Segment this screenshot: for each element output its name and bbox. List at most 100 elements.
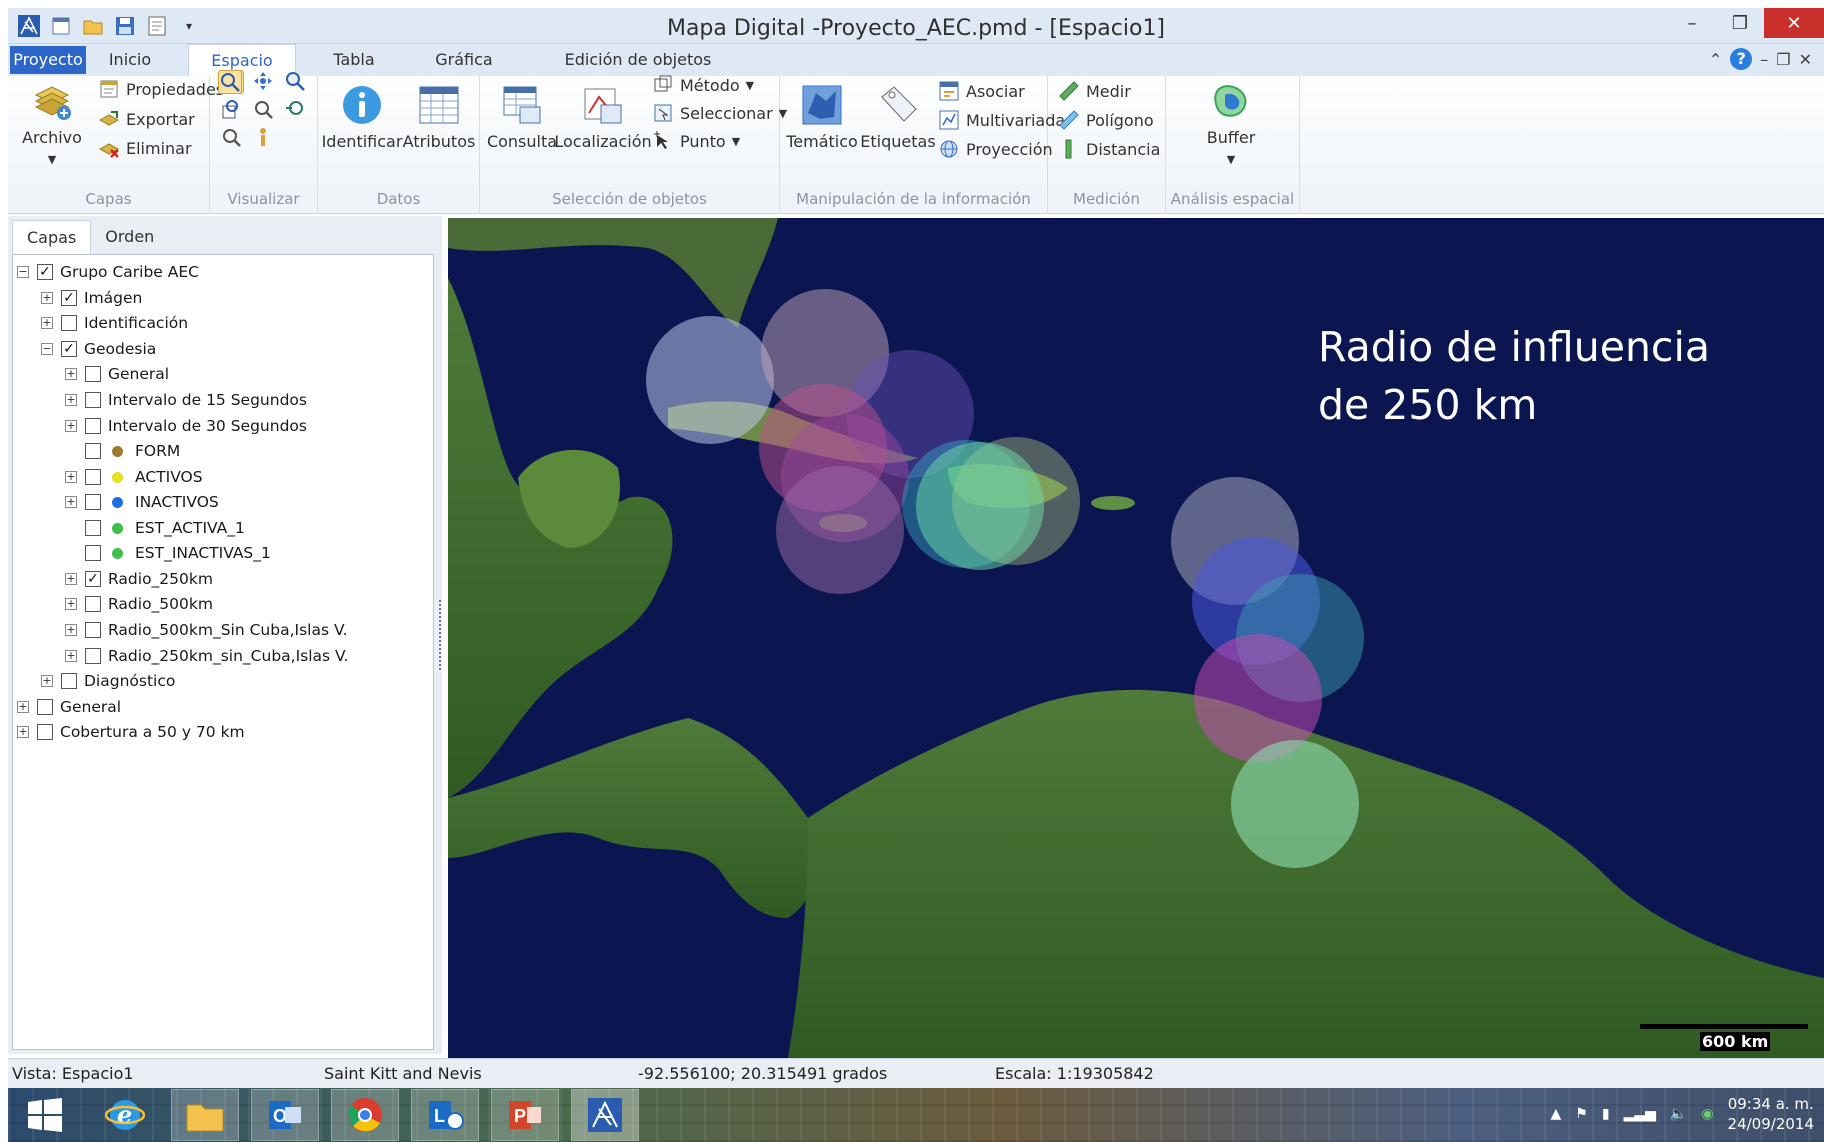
layer-checkbox[interactable]: ✓: [85, 571, 101, 587]
layer-checkbox[interactable]: [85, 622, 101, 638]
tab-tabla[interactable]: Tabla: [328, 44, 380, 76]
tree-node-geodesia[interactable]: − ✓ Geodesia: [41, 338, 156, 360]
powerpoint-icon[interactable]: P: [491, 1089, 559, 1141]
file-explorer-icon[interactable]: [171, 1089, 239, 1141]
tree-node-radio-250[interactable]: + ✓ Radio_250km: [65, 568, 213, 590]
zoom-layer-icon[interactable]: [220, 98, 244, 122]
tab-proyecto[interactable]: Proyecto: [10, 46, 86, 74]
identificar-button[interactable]: Identificar: [322, 82, 402, 151]
collapse-icon[interactable]: −: [17, 266, 29, 278]
mapa-digital-taskbar-icon[interactable]: [571, 1089, 639, 1141]
tray-overflow-icon[interactable]: ▲: [1551, 1106, 1562, 1122]
propiedades-button-row[interactable]: Propiedades: [98, 76, 224, 102]
battery-icon[interactable]: ▮: [1602, 1106, 1610, 1122]
tree-node-intervalo-15[interactable]: + Intervalo de 15 Segundos: [65, 389, 307, 411]
minimize-icon[interactable]: –: [1668, 8, 1716, 38]
tree-node-radio-250-sin-cuba[interactable]: + Radio_250km_sin_Cuba,Islas V.: [65, 645, 349, 667]
tree-node-general[interactable]: + General: [17, 696, 121, 718]
localizacion-button[interactable]: Localización: [554, 82, 652, 151]
eliminar-button[interactable]: Eliminar: [98, 135, 192, 161]
wifi-icon[interactable]: ◉: [1701, 1106, 1713, 1122]
tree-node-identificacion[interactable]: + Identificación: [41, 312, 188, 334]
exportar-button[interactable]: Exportar: [98, 106, 195, 132]
collapse-ribbon-icon[interactable]: ⌃: [1709, 50, 1722, 69]
lync-icon[interactable]: L: [411, 1089, 479, 1141]
layer-checkbox[interactable]: [85, 443, 101, 459]
expand-icon[interactable]: +: [65, 598, 77, 610]
layer-checkbox[interactable]: [85, 545, 101, 561]
info-pin-icon[interactable]: [252, 126, 276, 150]
tree-node-imagen[interactable]: + ✓ Imágen: [41, 287, 142, 309]
layer-checkbox[interactable]: [85, 469, 101, 485]
pan-icon[interactable]: [252, 70, 276, 94]
expand-icon[interactable]: +: [41, 292, 53, 304]
help-icon[interactable]: ?: [1730, 48, 1753, 70]
tree-node-radio-500-sin-cuba[interactable]: + Radio_500km_Sin Cuba,Islas V.: [65, 619, 348, 641]
zoom-extent-icon[interactable]: [284, 70, 308, 94]
distancia-button[interactable]: Distancia: [1058, 136, 1160, 162]
layer-checkbox[interactable]: [85, 648, 101, 664]
layer-checkbox[interactable]: [85, 494, 101, 510]
expand-icon[interactable]: +: [65, 496, 77, 508]
metodo-button[interactable]: Método ▼: [652, 72, 754, 98]
tree-node-diagnostico[interactable]: + Diagnóstico: [41, 670, 175, 692]
expand-icon[interactable]: +: [65, 573, 77, 585]
doc-restore-icon[interactable]: ❐: [1776, 50, 1790, 69]
layer-checkbox[interactable]: ✓: [61, 341, 77, 357]
seleccionar-button[interactable]: Seleccionar ▼: [652, 100, 787, 126]
map-view[interactable]: Radio de influencia de 250 km 600 km: [448, 218, 1824, 1058]
tree-node-est-inactivas[interactable]: EST_INACTIVAS_1: [85, 542, 271, 564]
taskbar-clock[interactable]: 09:34 a. m. 24/09/2014: [1728, 1094, 1814, 1134]
action-center-flag-icon[interactable]: ⚑: [1575, 1106, 1588, 1122]
expand-icon[interactable]: +: [65, 650, 77, 662]
layer-checkbox[interactable]: [85, 520, 101, 536]
tree-node-intervalo-30[interactable]: + Intervalo de 30 Segundos: [65, 415, 307, 437]
tree-node-est-activa[interactable]: EST_ACTIVA_1: [85, 517, 245, 539]
chrome-icon[interactable]: [331, 1089, 399, 1141]
outlook-icon[interactable]: O: [251, 1089, 319, 1141]
start-button[interactable]: [12, 1090, 78, 1140]
archivo-button[interactable]: Archivo ▼: [22, 78, 82, 166]
layer-checkbox[interactable]: [61, 673, 77, 689]
tab-grafica[interactable]: Gráfica: [432, 44, 496, 76]
layer-checkbox[interactable]: [37, 724, 53, 740]
buffer-button[interactable]: Buffer ▼: [1186, 78, 1276, 166]
layer-checkbox[interactable]: [61, 315, 77, 331]
consulta-button[interactable]: Consulta: [486, 82, 558, 151]
tematico-button[interactable]: Temático: [784, 82, 860, 151]
tree-node-grupo-caribe[interactable]: − ✓ Grupo Caribe AEC: [17, 261, 199, 283]
punto-button[interactable]: Punto ▼: [652, 128, 740, 154]
zoom-in-icon[interactable]: [252, 98, 276, 122]
tab-orden[interactable]: Orden: [91, 220, 168, 254]
expand-icon[interactable]: +: [65, 471, 77, 483]
tree-node-cobertura[interactable]: + Cobertura a 50 y 70 km: [17, 721, 245, 743]
layer-checkbox[interactable]: [85, 392, 101, 408]
restore-icon[interactable]: ❐: [1716, 8, 1764, 38]
close-icon[interactable]: ✕: [1764, 8, 1824, 38]
zoom-previous-icon[interactable]: [284, 98, 308, 122]
poligono-button[interactable]: Polígono: [1058, 107, 1154, 133]
expand-icon[interactable]: +: [65, 394, 77, 406]
layer-checkbox[interactable]: [85, 596, 101, 612]
proyeccion-button[interactable]: Proyección: [938, 136, 1053, 162]
layer-checkbox[interactable]: [85, 366, 101, 382]
tab-capas[interactable]: Capas: [12, 220, 92, 254]
layer-checkbox[interactable]: ✓: [61, 290, 77, 306]
doc-minimize-icon[interactable]: –: [1760, 50, 1768, 69]
etiquetas-button[interactable]: Etiquetas: [860, 82, 936, 151]
atributos-button[interactable]: Atributos: [403, 82, 475, 151]
internet-explorer-icon[interactable]: e: [92, 1090, 158, 1140]
expand-icon[interactable]: +: [41, 675, 53, 687]
tree-node-form[interactable]: FORM: [85, 440, 180, 462]
expand-icon[interactable]: +: [17, 726, 29, 738]
network-signal-icon[interactable]: ▂▃▅: [1624, 1106, 1656, 1122]
expand-icon[interactable]: +: [65, 624, 77, 636]
collapse-icon[interactable]: −: [41, 343, 53, 355]
medir-button[interactable]: Medir: [1058, 78, 1131, 104]
asociar-button[interactable]: Asociar: [938, 78, 1025, 104]
tree-node-general-sub[interactable]: + General: [65, 363, 169, 385]
expand-icon[interactable]: +: [41, 317, 53, 329]
zoom-out-icon[interactable]: [220, 126, 244, 150]
tab-inicio[interactable]: Inicio: [100, 44, 160, 76]
doc-close-icon[interactable]: ✕: [1799, 50, 1812, 69]
